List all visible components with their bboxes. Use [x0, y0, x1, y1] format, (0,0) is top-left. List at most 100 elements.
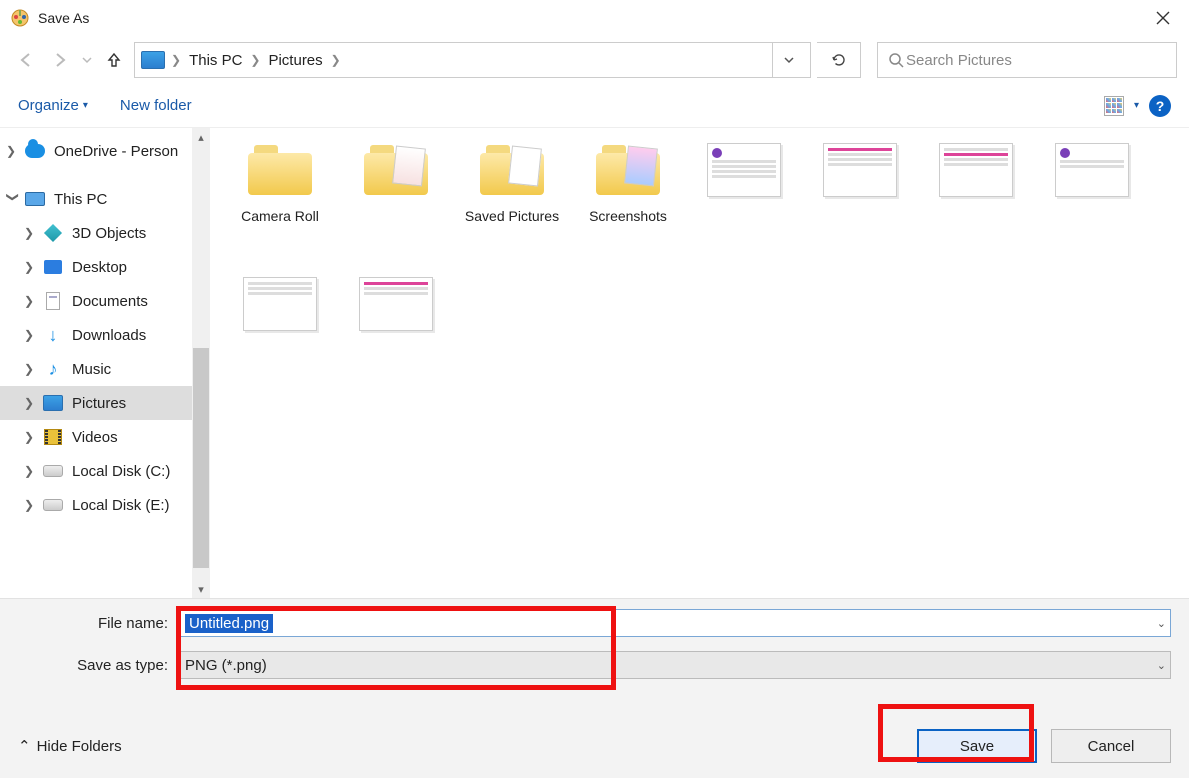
image-item[interactable]: [694, 138, 794, 224]
folder-screenshots[interactable]: Screenshots: [578, 138, 678, 224]
image-item[interactable]: [810, 138, 910, 224]
folder-item[interactable]: [346, 138, 446, 224]
tree-music[interactable]: ❯♪Music: [0, 352, 210, 386]
chevron-right-icon: ❯: [24, 260, 38, 274]
chevron-right-icon: ❯: [24, 396, 38, 410]
tree-downloads[interactable]: ❯↓Downloads: [0, 318, 210, 352]
view-options-button[interactable]: [1104, 96, 1124, 116]
filename-input[interactable]: Untitled.png ⌄: [178, 609, 1171, 637]
hide-folders-label: Hide Folders: [37, 738, 122, 755]
hide-folders-toggle[interactable]: ⌃ Hide Folders: [18, 737, 122, 755]
tree-label: 3D Objects: [72, 225, 146, 242]
nav-bar: ❯ This PC ❯ Pictures ❯: [0, 36, 1189, 84]
filetype-select[interactable]: PNG (*.png) ⌄: [178, 651, 1171, 679]
search-input[interactable]: [904, 51, 1166, 70]
item-label: Saved Pictures: [462, 208, 562, 224]
forward-button[interactable]: [46, 46, 74, 74]
address-bar[interactable]: ❯ This PC ❯ Pictures ❯: [134, 42, 811, 78]
chevron-down-icon[interactable]: ⌄: [1157, 659, 1166, 672]
desktop-icon: [42, 257, 64, 277]
tree-videos[interactable]: ❯ Videos: [0, 420, 210, 454]
folder-saved-pictures[interactable]: Saved Pictures: [462, 138, 562, 224]
chevron-right-icon: ❯: [24, 362, 38, 376]
dialog-footer: ⌃ Hide Folders Save Cancel: [0, 714, 1189, 778]
image-item[interactable]: [926, 138, 1026, 224]
chevron-right-icon: ❯: [24, 294, 38, 308]
scroll-thumb[interactable]: [193, 348, 209, 568]
tree-disk-c[interactable]: ❯ Local Disk (C:): [0, 454, 210, 488]
filetype-value: PNG (*.png): [185, 657, 267, 674]
chevron-right-icon: ❯: [169, 53, 183, 67]
navigation-pane: ❯ OneDrive - Person ❯ This PC ❯ 3D Object…: [0, 128, 210, 598]
picture-icon: [42, 393, 64, 413]
help-button[interactable]: ?: [1149, 95, 1171, 117]
tree-label: This PC: [54, 191, 107, 208]
tree-label: Local Disk (C:): [72, 463, 170, 480]
tree-label: Music: [72, 361, 111, 378]
chevron-right-icon: ❯: [24, 498, 38, 512]
tree-desktop[interactable]: ❯ Desktop: [0, 250, 210, 284]
disk-icon: [42, 495, 64, 515]
chevron-right-icon: ❯: [24, 226, 38, 240]
tree-disk-e[interactable]: ❯Local Disk (E:): [0, 488, 210, 522]
main-area: ❯ OneDrive - Person ❯ This PC ❯ 3D Object…: [0, 128, 1189, 598]
tree-thispc[interactable]: ❯ This PC: [0, 182, 210, 216]
folder-camera-roll[interactable]: Camera Roll: [230, 138, 330, 224]
breadcrumb-folder[interactable]: Pictures: [262, 52, 328, 69]
save-form: File name: Untitled.png ⌄ Save as type: …: [0, 598, 1189, 778]
tree-label: Desktop: [72, 259, 127, 276]
chevron-right-icon: ❯: [24, 464, 38, 478]
document-icon: [42, 291, 64, 311]
chevron-down-icon[interactable]: ▾: [1134, 100, 1139, 111]
new-folder-button[interactable]: New folder: [120, 97, 192, 114]
search-icon: [888, 52, 904, 68]
tree-label: OneDrive - Person: [54, 143, 178, 160]
tree-label: Pictures: [72, 395, 126, 412]
chevron-right-icon: ❯: [248, 53, 262, 67]
command-bar: Organize▾ New folder ▾ ?: [0, 84, 1189, 128]
tree-3d-objects[interactable]: ❯ 3D Objects: [0, 216, 210, 250]
chevron-right-icon: ❯: [6, 144, 20, 158]
item-label: Camera Roll: [230, 208, 330, 224]
save-button[interactable]: Save: [917, 729, 1037, 763]
window-title: Save As: [38, 10, 1147, 26]
file-list[interactable]: Camera Roll Saved Pictures Screenshots: [210, 128, 1189, 598]
address-dropdown[interactable]: [772, 42, 804, 78]
chevron-right-icon: ❯: [329, 53, 343, 67]
filetype-label: Save as type:: [18, 657, 178, 674]
breadcrumb-root[interactable]: This PC: [183, 52, 248, 69]
back-button[interactable]: [12, 46, 40, 74]
close-button[interactable]: [1147, 2, 1179, 34]
tree-pictures[interactable]: ❯ Pictures: [0, 386, 210, 420]
chevron-up-icon: ⌃: [18, 737, 31, 755]
title-bar: Save As: [0, 0, 1189, 36]
tree-onedrive[interactable]: ❯ OneDrive - Person: [0, 134, 210, 168]
filename-label: File name:: [18, 615, 178, 632]
disk-icon: [42, 461, 64, 481]
tree-scrollbar[interactable]: ▴ ▾: [192, 128, 210, 598]
scroll-up-icon[interactable]: ▴: [192, 128, 210, 146]
scroll-down-icon[interactable]: ▾: [192, 580, 210, 598]
computer-icon: [24, 189, 46, 209]
cancel-button[interactable]: Cancel: [1051, 729, 1171, 763]
app-icon: [10, 8, 30, 28]
tree-documents[interactable]: ❯Documents: [0, 284, 210, 318]
cloud-icon: [24, 141, 46, 161]
filename-value: Untitled.png: [185, 614, 273, 633]
organize-menu[interactable]: Organize▾: [18, 97, 88, 114]
chevron-down-icon[interactable]: ⌄: [1157, 617, 1166, 630]
recent-dropdown[interactable]: [80, 46, 94, 74]
download-icon: ↓: [42, 325, 64, 345]
search-box[interactable]: [877, 42, 1177, 78]
chevron-right-icon: ❯: [24, 430, 38, 444]
tree-label: Videos: [72, 429, 118, 446]
chevron-right-icon: ❯: [24, 328, 38, 342]
image-item[interactable]: [1042, 138, 1142, 224]
up-button[interactable]: [100, 46, 128, 74]
image-item[interactable]: [346, 272, 446, 342]
chevron-down-icon: ▾: [83, 100, 88, 111]
save-as-dialog: Save As ❯ This PC ❯ Pictures ❯ Orga: [0, 0, 1189, 778]
refresh-button[interactable]: [817, 42, 861, 78]
chevron-down-icon: ❯: [6, 192, 20, 206]
image-item[interactable]: [230, 272, 330, 342]
